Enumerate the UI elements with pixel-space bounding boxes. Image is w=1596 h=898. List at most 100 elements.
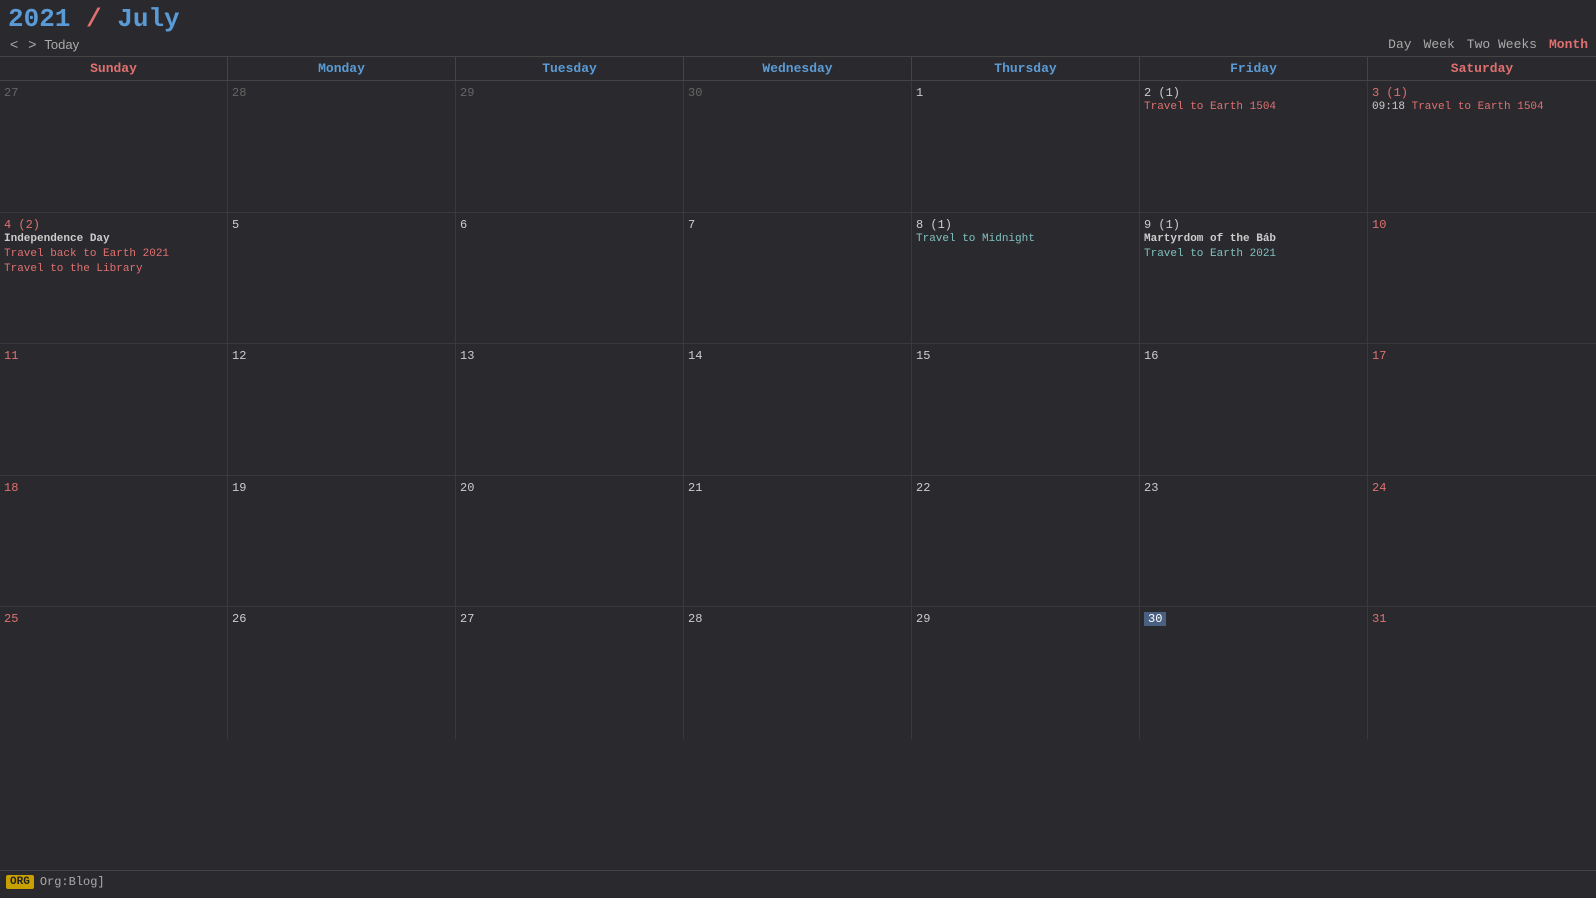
cal-cell-2-3[interactable]: 14	[684, 344, 912, 475]
cell-date: 27	[460, 612, 474, 626]
event-line[interactable]: Independence Day	[4, 232, 223, 247]
cell-date: 28	[688, 612, 702, 626]
cal-cell-4-3[interactable]: 28	[684, 607, 912, 739]
cal-cell-3-6[interactable]: 24	[1368, 476, 1596, 607]
cal-cell-1-0[interactable]: 4 (2)Independence DayTravel back to Eart…	[0, 213, 228, 344]
cell-date: 31	[1372, 612, 1386, 626]
event-line[interactable]: Travel to Earth 2021	[1144, 247, 1363, 262]
day-header-thursday: Thursday	[912, 57, 1140, 80]
cal-cell-1-6[interactable]: 10	[1368, 213, 1596, 344]
day-headers: SundayMondayTuesdayWednesdayThursdayFrid…	[0, 57, 1596, 81]
cell-date: 3 (1)	[1372, 86, 1408, 100]
day-header-friday: Friday	[1140, 57, 1368, 80]
cal-cell-3-0[interactable]: 18	[0, 476, 228, 607]
cal-cell-2-0[interactable]: 11	[0, 344, 228, 475]
cell-date: 12	[232, 349, 246, 363]
prev-button[interactable]: <	[8, 36, 20, 52]
cal-cell-2-5[interactable]: 16	[1140, 344, 1368, 475]
cell-date: 22	[916, 481, 930, 495]
cell-date: 30	[1144, 612, 1166, 626]
cal-cell-1-1[interactable]: 5	[228, 213, 456, 344]
event-line[interactable]: 09:18 Travel to Earth 1504	[1372, 100, 1592, 115]
week-row-4: 25 26 27 28 29 30 31	[0, 607, 1596, 739]
status-text: Org:Blog]	[40, 875, 105, 889]
day-header-sunday: Sunday	[0, 57, 228, 80]
cell-date: 1	[916, 86, 923, 100]
cell-date: 27	[4, 86, 18, 100]
cal-cell-3-1[interactable]: 19	[228, 476, 456, 607]
cal-cell-4-5[interactable]: 30	[1140, 607, 1368, 739]
cell-date: 13	[460, 349, 474, 363]
week-row-1: 4 (2)Independence DayTravel back to Eart…	[0, 213, 1596, 345]
next-button[interactable]: >	[26, 36, 38, 52]
cal-cell-2-1[interactable]: 12	[228, 344, 456, 475]
cell-date: 8 (1)	[916, 218, 952, 232]
cell-date: 24	[1372, 481, 1386, 495]
event-line[interactable]: Travel to Midnight	[916, 232, 1135, 247]
cal-cell-4-0[interactable]: 25	[0, 607, 228, 739]
status-bar: ORG Org:Blog]	[0, 870, 1596, 892]
event-line[interactable]: Martyrdom of the Báb	[1144, 232, 1363, 247]
today-button[interactable]: Today	[44, 37, 79, 52]
status-tag: ORG	[6, 875, 34, 889]
cal-cell-4-2[interactable]: 27	[456, 607, 684, 739]
day-header-monday: Monday	[228, 57, 456, 80]
cell-date: 25	[4, 612, 18, 626]
cell-date: 9 (1)	[1144, 218, 1180, 232]
cal-cell-1-5[interactable]: 9 (1)Martyrdom of the BábTravel to Earth…	[1140, 213, 1368, 344]
cal-cell-0-2[interactable]: 29	[456, 81, 684, 212]
cal-cell-4-1[interactable]: 26	[228, 607, 456, 739]
view-month-button[interactable]: Month	[1549, 37, 1588, 52]
cell-date: 7	[688, 218, 695, 232]
view-week-button[interactable]: Week	[1424, 37, 1455, 52]
calendar-grid: 2728293012 (1)Travel to Earth 15043 (1)0…	[0, 81, 1596, 870]
cell-date: 28	[232, 86, 246, 100]
cell-date: 14	[688, 349, 702, 363]
cal-cell-0-5[interactable]: 2 (1)Travel to Earth 1504	[1140, 81, 1368, 212]
day-header-wednesday: Wednesday	[684, 57, 912, 80]
cell-date: 16	[1144, 349, 1158, 363]
cell-date: 17	[1372, 349, 1386, 363]
cal-cell-3-4[interactable]: 22	[912, 476, 1140, 607]
cell-date: 2 (1)	[1144, 86, 1180, 100]
event-line[interactable]: Travel back to Earth 2021	[4, 247, 223, 262]
cal-cell-0-4[interactable]: 1	[912, 81, 1140, 212]
cal-cell-0-1[interactable]: 28	[228, 81, 456, 212]
cal-cell-0-0[interactable]: 27	[0, 81, 228, 212]
cell-date: 29	[916, 612, 930, 626]
cell-date: 29	[460, 86, 474, 100]
cal-cell-1-3[interactable]: 7	[684, 213, 912, 344]
cal-cell-0-6[interactable]: 3 (1)09:18 Travel to Earth 1504	[1368, 81, 1596, 212]
cal-cell-0-3[interactable]: 30	[684, 81, 912, 212]
view-day-button[interactable]: Day	[1388, 37, 1411, 52]
cell-date: 20	[460, 481, 474, 495]
page-title: 2021 / July	[8, 4, 180, 34]
cal-cell-1-4[interactable]: 8 (1)Travel to Midnight	[912, 213, 1140, 344]
cal-cell-4-4[interactable]: 29	[912, 607, 1140, 739]
view-twoweeks-button[interactable]: Two Weeks	[1467, 37, 1537, 52]
cell-date: 11	[4, 349, 18, 363]
cal-cell-4-6[interactable]: 31	[1368, 607, 1596, 739]
cal-cell-2-4[interactable]: 15	[912, 344, 1140, 475]
calendar: SundayMondayTuesdayWednesdayThursdayFrid…	[0, 56, 1596, 870]
cal-cell-2-2[interactable]: 13	[456, 344, 684, 475]
cell-date: 4 (2)	[4, 218, 40, 232]
cell-date: 10	[1372, 218, 1386, 232]
event-line[interactable]: Travel to the Library	[4, 262, 223, 277]
day-header-saturday: Saturday	[1368, 57, 1596, 80]
cal-cell-1-2[interactable]: 6	[456, 213, 684, 344]
week-row-3: 18 19 20 21 22 23 24	[0, 476, 1596, 608]
cal-cell-3-3[interactable]: 21	[684, 476, 912, 607]
event-line[interactable]: Travel to Earth 1504	[1144, 100, 1363, 115]
cell-date: 23	[1144, 481, 1158, 495]
cell-date: 26	[232, 612, 246, 626]
cal-cell-2-6[interactable]: 17	[1368, 344, 1596, 475]
cal-cell-3-5[interactable]: 23	[1140, 476, 1368, 607]
cell-date: 18	[4, 481, 18, 495]
cell-date: 6	[460, 218, 467, 232]
cal-cell-3-2[interactable]: 20	[456, 476, 684, 607]
week-row-0: 2728293012 (1)Travel to Earth 15043 (1)0…	[0, 81, 1596, 213]
nav-row: < > Today Day Week Two Weeks Month	[0, 36, 1596, 56]
week-row-2: 11 12 13 14 15 16 17	[0, 344, 1596, 476]
cell-date: 19	[232, 481, 246, 495]
